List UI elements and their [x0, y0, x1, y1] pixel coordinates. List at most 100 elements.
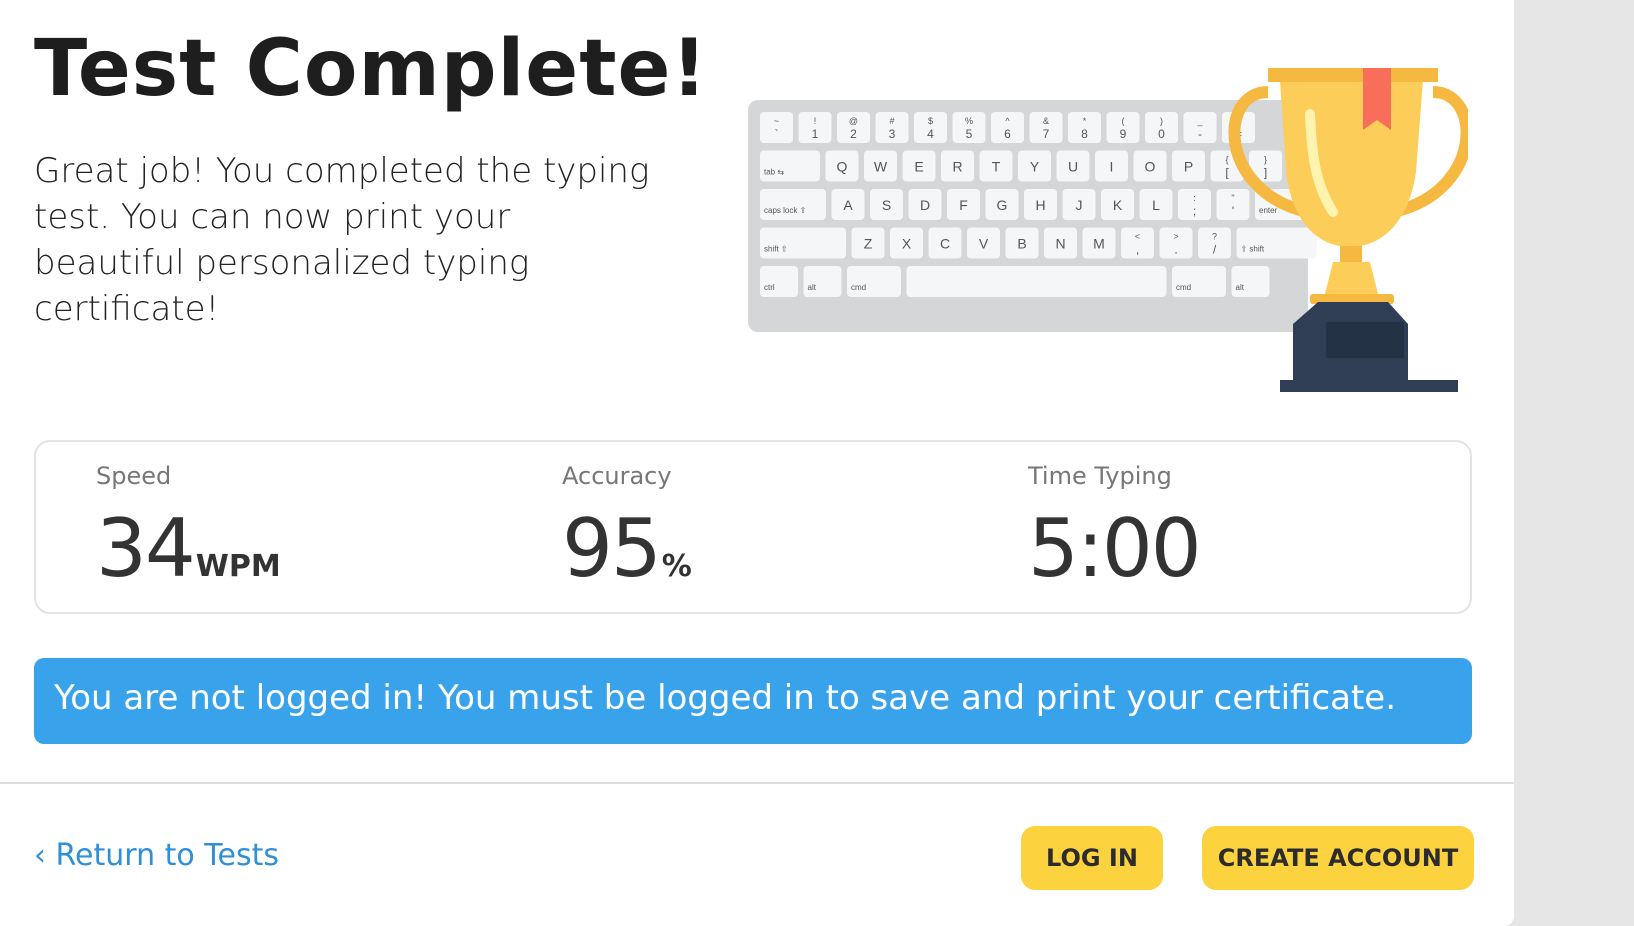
keyboard-key-shift-label: :	[1193, 193, 1196, 203]
keyboard-key-label: O	[1145, 159, 1156, 175]
completion-message: Great job! You completed the typing test…	[34, 151, 650, 329]
keyboard-key-label: -	[1198, 127, 1202, 141]
keyboard-key-shift-label: @	[849, 116, 858, 126]
keyboard-key-shift-label: )	[1160, 116, 1163, 126]
keyboard-key-label: .	[1174, 243, 1177, 257]
login-button[interactable]: LOG IN	[1021, 826, 1163, 890]
keyboard-key-label: M	[1093, 236, 1105, 252]
keyboard-key-label: X	[902, 236, 912, 252]
keyboard-key-shift-label: (	[1122, 116, 1125, 126]
keyboard-key-label: U	[1068, 159, 1078, 175]
keyboard-key-label: L	[1152, 197, 1160, 213]
keyboard-key-shift-label: "	[1231, 193, 1234, 203]
keyboard-key-shift-label: _	[1196, 116, 1203, 126]
speed-stat: Speed 34WPM	[96, 462, 281, 595]
keyboard-key-label: 6	[1004, 127, 1011, 141]
keyboard-key-label: ;	[1193, 204, 1196, 218]
keyboard-key-label: T	[992, 159, 1001, 175]
time-label: Time Typing	[1028, 462, 1172, 490]
keyboard-key-shift-label: !	[814, 116, 817, 126]
keyboard-key-label: Y	[1030, 159, 1040, 175]
keyboard-key-label: 1	[812, 127, 819, 141]
keyboard-key-label: Q	[837, 159, 848, 175]
keyboard-key-label: S	[882, 197, 891, 213]
keyboard-key-label: caps lock ⇪	[764, 206, 806, 215]
keyboard-key-label: G	[997, 197, 1008, 213]
keyboard-key-label: D	[920, 197, 930, 213]
keyboard-key-shift-label: $	[928, 116, 933, 126]
footer-divider	[0, 782, 1514, 784]
keyboard-key	[760, 227, 846, 259]
keyboard-key-label: B	[1017, 236, 1026, 252]
keyboard-key-shift-label: %	[965, 116, 973, 126]
speed-value: 34	[96, 502, 196, 595]
keyboard-key-label: alt	[1236, 283, 1245, 292]
keyboard-key-label: 2	[850, 127, 857, 141]
keyboard-key-label: 0	[1158, 127, 1165, 141]
keyboard-key-label: 7	[1043, 127, 1050, 141]
accuracy-unit: %	[661, 549, 692, 584]
keyboard-key-label: tab ⇆	[764, 168, 784, 177]
login-required-alert: You are not logged in! You must be logge…	[34, 658, 1472, 744]
keyboard-key-label: K	[1113, 197, 1123, 213]
return-to-tests-link[interactable]: ‹ Return to Tests	[34, 838, 279, 873]
accuracy-stat: Accuracy 95%	[562, 462, 692, 595]
keyboard-key-label: ,	[1136, 243, 1139, 257]
keyboard-key	[906, 266, 1167, 297]
keyboard-key-shift-label: ~	[774, 116, 779, 126]
keyboard-key-label: V	[979, 236, 989, 252]
keyboard-key	[760, 189, 826, 220]
speed-unit: WPM	[195, 549, 281, 584]
keyboard-key-label: alt	[808, 283, 817, 292]
keyboard-key-shift-label: #	[889, 116, 894, 126]
keyboard-key-label: 5	[966, 127, 973, 141]
keyboard-key-label: R	[952, 159, 962, 175]
keyboard-key-label: ⇧ shift	[1241, 245, 1265, 254]
keyboard-key-shift-label: >	[1173, 232, 1178, 242]
keyboard-key-label: 9	[1120, 127, 1127, 141]
keyboard-key-label: 3	[889, 127, 896, 141]
keyboard-key-label: N	[1055, 236, 1065, 252]
time-value: 5:00	[1028, 502, 1202, 595]
keyboard-key-label: I	[1110, 159, 1114, 175]
accuracy-value: 95	[562, 502, 662, 595]
keyboard-key-label: `	[775, 127, 779, 141]
keyboard-key	[760, 266, 798, 297]
keyboard-key-label: shift ⇧	[764, 245, 788, 254]
keyboard-key	[847, 266, 901, 297]
keyboard-key-shift-label: ?	[1212, 232, 1217, 242]
keyboard-key	[1231, 266, 1270, 297]
keyboard-key-label: 8	[1081, 127, 1088, 141]
page-title: Test Complete!	[34, 24, 708, 114]
time-stat: Time Typing 5:00	[1028, 462, 1202, 595]
keyboard-key-label: H	[1035, 197, 1045, 213]
keyboard-trophy-illustration: ~`!1@2#3$4%5^6&7*8(9)0_-+=tab ⇆ Q W E R T Y U I O…	[748, 68, 1468, 392]
keyboard-key	[803, 266, 842, 297]
keyboard-key-label: cmd	[1176, 283, 1191, 292]
keyboard-key	[1236, 227, 1317, 259]
keyboard-key-label: cmd	[851, 283, 866, 292]
keyboard-key	[760, 150, 820, 182]
keyboard-key-shift-label: *	[1083, 116, 1087, 126]
keyboard-key-label: Z	[864, 236, 873, 252]
keyboard-key-shift-label: {	[1225, 155, 1228, 165]
create-account-button[interactable]: CREATE ACCOUNT	[1202, 826, 1474, 890]
keyboard-key-label: J	[1076, 197, 1083, 213]
results-panel: Speed 34WPM Accuracy 95% Time Typing 5:0…	[34, 440, 1472, 614]
keyboard-key-label: enter	[1259, 206, 1278, 215]
keyboard-key-label: F	[959, 197, 968, 213]
keyboard-key-label: A	[843, 197, 853, 213]
test-complete-card: Test Complete! Great job! You completed …	[0, 0, 1514, 926]
speed-label: Speed	[96, 462, 172, 490]
keyboard-key-label: ]	[1264, 166, 1267, 180]
keyboard-key	[1172, 266, 1226, 297]
keyboard-key-label: P	[1184, 159, 1193, 175]
keyboard-key-shift-label: }	[1264, 155, 1267, 165]
keyboard-key-label: C	[940, 236, 950, 252]
keyboard-key-label: W	[874, 159, 888, 175]
keyboard-key-label: '	[1232, 204, 1234, 218]
keyboard-key-shift-label: <	[1135, 232, 1140, 242]
keyboard-key-label: E	[914, 159, 923, 175]
accuracy-label: Accuracy	[562, 462, 672, 490]
keyboard-key-label: ctrl	[764, 283, 775, 292]
